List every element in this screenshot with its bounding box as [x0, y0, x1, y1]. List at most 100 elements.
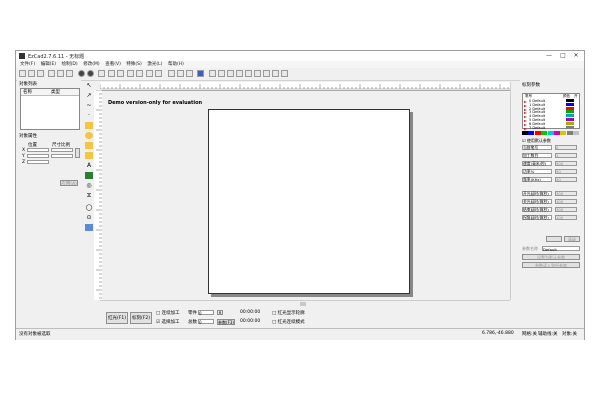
palette-color-swatch[interactable] [522, 131, 528, 135]
red-outline-checkbox[interactable]: □ 红光显示轮廓 [272, 310, 305, 316]
extend-axis-icon[interactable] [85, 224, 93, 231]
close-button[interactable]: ✕ [571, 52, 581, 60]
z-position-field[interactable] [27, 160, 49, 164]
timer-icon[interactable]: ⧖ [85, 192, 93, 199]
bitmap-icon[interactable] [85, 172, 93, 179]
zoom-out-icon[interactable] [218, 70, 225, 77]
mirror-icon[interactable] [146, 70, 153, 77]
y-position-field[interactable] [27, 154, 49, 158]
param-value-field[interactable]: 300 [555, 191, 577, 196]
use-default-checkbox[interactable]: ☑ 使用默认参数 [522, 138, 551, 144]
pen-color-swatch[interactable] [566, 125, 574, 129]
param-name-field[interactable]: Default [542, 246, 580, 252]
advanced-button[interactable]: 高级 [564, 236, 580, 242]
input-port-icon[interactable]: ◯ [85, 204, 93, 211]
group-icon[interactable] [155, 70, 162, 77]
menu-laser[interactable]: 激光(L) [147, 61, 162, 68]
zoom-selected-icon[interactable] [236, 70, 243, 77]
lock-ratio-icon[interactable] [75, 148, 80, 158]
curve-icon[interactable]: ~ [85, 102, 93, 109]
menu-view[interactable]: 查看(V) [105, 61, 121, 68]
parts-field[interactable]: 0 [198, 310, 214, 316]
pen-row[interactable]: ► 7 Default [524, 125, 580, 131]
column-name[interactable]: 名称 [23, 89, 32, 95]
param-value-field[interactable]: 100 [555, 199, 577, 204]
zoom-real-icon[interactable] [263, 70, 270, 77]
pen-list[interactable]: 笔号 颜色 开 ► 0 Default ► 1 Default ► 2 Default ► 3… [522, 93, 580, 131]
node-pointer-icon[interactable]: ↗ [85, 92, 93, 99]
total-field[interactable]: 0 [198, 319, 214, 325]
continuous-red-checkbox[interactable]: □ 红光连续模式 [272, 319, 305, 325]
pen-color-swatch[interactable] [566, 114, 574, 118]
select-all-icon[interactable] [108, 70, 115, 77]
point-icon[interactable]: · [85, 112, 93, 119]
open-file-icon[interactable] [28, 70, 35, 77]
param-value-field[interactable]: 300 [555, 207, 577, 212]
camera-icon[interactable] [78, 70, 85, 77]
param-value-field[interactable]: 100 [555, 215, 577, 220]
text-icon[interactable]: A [85, 162, 93, 169]
table-icon[interactable] [186, 70, 193, 77]
red-light-button[interactable]: 红光(F1) [106, 312, 128, 324]
param-value-field[interactable]: 0 [555, 145, 577, 150]
vertical-scrollbar[interactable] [510, 82, 517, 300]
menu-draw[interactable]: 绘制(D) [62, 61, 78, 68]
rectangle-icon[interactable] [85, 142, 93, 149]
minimize-button[interactable]: — [544, 52, 554, 60]
load-all-pens-button[interactable]: 参数读入到所有笔 [522, 262, 580, 268]
line-icon[interactable] [85, 122, 93, 129]
param-button[interactable]: 参数(F3) [217, 319, 235, 325]
palette-color-swatch[interactable] [560, 131, 567, 135]
pan-icon[interactable] [272, 70, 279, 77]
x-position-field[interactable] [27, 148, 49, 152]
mark-button[interactable]: 标刻(F2) [130, 312, 152, 324]
paste-icon[interactable] [66, 70, 73, 77]
pen-color-swatch[interactable] [566, 121, 574, 125]
circle-icon[interactable] [85, 132, 93, 139]
apply-button[interactable]: 应用(A) [60, 180, 78, 187]
node-edit-icon[interactable] [117, 70, 124, 77]
vector-file-icon[interactable]: ◎ [85, 182, 93, 189]
distribute-icon[interactable] [177, 70, 184, 77]
reset-button[interactable]: R [217, 310, 223, 315]
param-value-field[interactable]: 1 [555, 153, 577, 158]
grid-status[interactable]: 网格:关 [522, 331, 537, 337]
copy-icon[interactable] [57, 70, 64, 77]
pen-color-swatch[interactable] [566, 99, 574, 102]
pen-color-swatch[interactable] [566, 118, 574, 121]
play-icon[interactable] [197, 70, 204, 77]
scale-icon[interactable] [136, 70, 143, 77]
palette-color-swatch[interactable] [534, 131, 541, 135]
maximize-button[interactable]: □ [558, 52, 568, 60]
palette-color-swatch[interactable] [528, 131, 535, 135]
set-default-button[interactable]: 设置为默认参数 [522, 254, 580, 260]
pointer-icon[interactable]: ↖ [85, 82, 93, 89]
column-type[interactable]: 类型 [51, 89, 60, 95]
zoom-window-icon[interactable] [254, 70, 261, 77]
pen-color-swatch[interactable] [566, 102, 574, 106]
align-icon[interactable] [168, 70, 175, 77]
rotate-icon[interactable] [127, 70, 134, 77]
drawing-canvas[interactable]: Demo version-only for evaluation [102, 91, 510, 300]
menu-file[interactable]: 文件(F) [20, 61, 35, 68]
new-file-icon[interactable] [19, 70, 26, 77]
cut-icon[interactable] [48, 70, 55, 77]
palette-color-swatch[interactable] [541, 131, 548, 135]
continuous-checkbox[interactable]: □ 连续加工 [156, 310, 180, 316]
palette-color-swatch[interactable] [566, 131, 573, 135]
param-value-field[interactable]: 20 [555, 177, 577, 182]
menu-modify[interactable]: 修改(M) [83, 61, 99, 68]
param-value-field[interactable]: 50 [555, 169, 577, 174]
zoom-in-icon[interactable] [209, 70, 216, 77]
save-icon[interactable] [37, 70, 44, 77]
snap-status[interactable]: 对象:关 [562, 331, 577, 337]
redraw-icon[interactable] [281, 70, 288, 77]
menu-special[interactable]: 特殊(S) [126, 61, 141, 68]
object-list[interactable]: 名称 类型 [20, 88, 80, 130]
menu-edit[interactable]: 编辑(E) [41, 61, 56, 68]
guide-status[interactable]: 辅助线:关 [538, 331, 558, 337]
palette-color-swatch[interactable] [554, 131, 560, 135]
lens-icon[interactable] [87, 70, 94, 77]
y-size-field[interactable] [51, 154, 73, 158]
zoom-all-icon[interactable] [227, 70, 234, 77]
